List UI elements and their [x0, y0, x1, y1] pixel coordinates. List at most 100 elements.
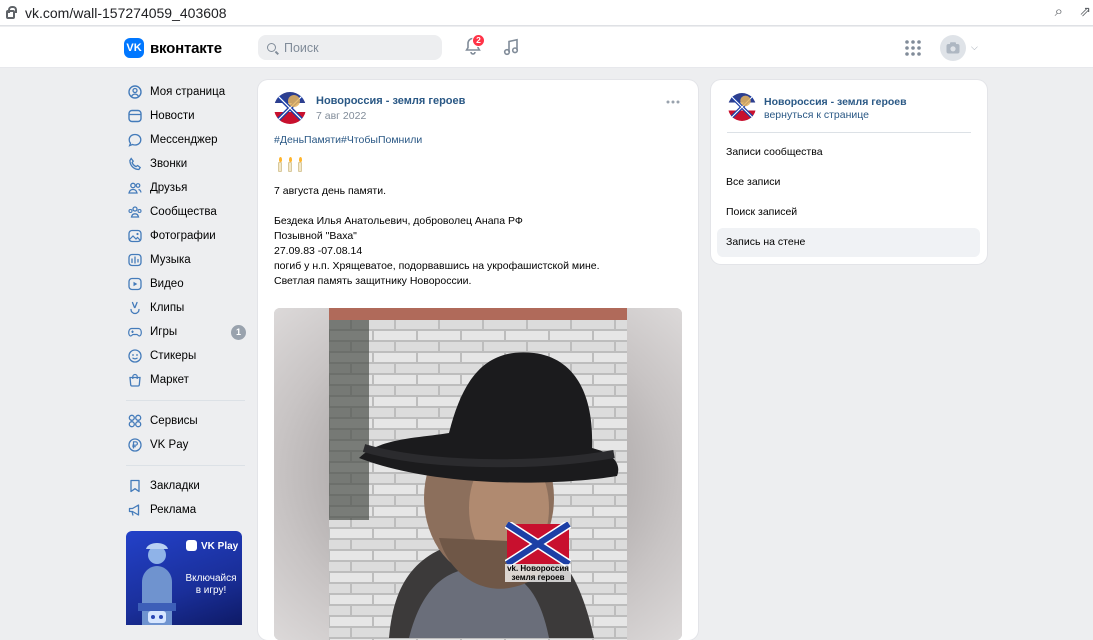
sidebar-item-news[interactable]: Новости	[124, 104, 248, 128]
group-name-link[interactable]: Новороссия - земля героев	[764, 96, 907, 108]
candle-icon	[298, 157, 302, 172]
sidebar-item-photos[interactable]: Фотографии	[124, 224, 248, 248]
sidebar-item-label: Музыка	[150, 254, 191, 266]
wall-post-link[interactable]: Запись на стене	[717, 228, 980, 257]
search-posts-link[interactable]: Поиск записей	[717, 198, 980, 227]
sidebar-item-vkpay[interactable]: VK Pay	[124, 433, 248, 457]
share-icon[interactable]: ⇗	[1079, 3, 1091, 20]
more-options-icon[interactable]	[666, 100, 680, 104]
notifications-badge: 2	[472, 34, 485, 47]
vkplay-brand-text: VK Play	[201, 541, 239, 552]
post-photo[interactable]: vk. Новороссия земля героев	[274, 308, 682, 640]
user-avatar[interactable]	[940, 35, 966, 61]
games-icon	[127, 324, 143, 340]
wall-post: Новороссия - земля героев 7 авг 2022 #Де…	[258, 80, 698, 640]
sidebar-item-games[interactable]: Игры 1	[124, 320, 248, 344]
sidebar-item-messenger[interactable]: Мессенджер	[124, 128, 248, 152]
vkplay-brand: VK Play	[186, 540, 238, 552]
post-spacer	[274, 199, 674, 214]
apps-grid-icon[interactable]	[905, 40, 921, 56]
sidebar-item-calls[interactable]: Звонки	[124, 152, 248, 176]
post-line: Светлая память защитнику Новороссии.	[274, 275, 472, 287]
music-icon[interactable]	[503, 38, 519, 56]
group-name-link[interactable]: Новороссия - земля героев	[316, 95, 465, 107]
lock-icon	[6, 6, 17, 19]
novorossiya-flag-icon	[728, 93, 756, 121]
sidebar-item-stickers[interactable]: Стикеры	[124, 344, 248, 368]
post-date[interactable]: 7 авг 2022	[316, 110, 366, 122]
candle-icon	[288, 157, 292, 172]
sidebar-item-label: Закладки	[150, 480, 200, 492]
sidebar-item-music[interactable]: Музыка	[124, 248, 248, 272]
search-icon	[267, 43, 276, 52]
sidebar-item-label: Новости	[150, 110, 195, 122]
services-icon	[127, 413, 143, 429]
video-icon	[127, 276, 143, 292]
clips-icon	[127, 300, 143, 316]
news-icon	[127, 108, 143, 124]
panel-divider	[727, 132, 971, 133]
sidebar-item-ads[interactable]: Реклама	[124, 498, 248, 522]
vk-logo-text: вконтакте	[150, 39, 222, 57]
left-sidebar: Моя страница Новости Мессенджер Звонки Д…	[124, 80, 248, 522]
communities-icon	[127, 204, 143, 220]
search-placeholder: Поиск	[284, 40, 319, 55]
sidebar-item-friends[interactable]: Друзья	[124, 176, 248, 200]
friends-icon	[127, 180, 143, 196]
group-avatar[interactable]	[728, 93, 756, 121]
sidebar-item-clips[interactable]: Клипы	[124, 296, 248, 320]
ads-icon	[127, 502, 143, 518]
vk-logo[interactable]: VK вконтакте	[124, 38, 222, 58]
candles-emoji	[278, 156, 674, 178]
vkplay-logo-icon	[186, 540, 197, 551]
zoom-icon[interactable]: ⌕	[1055, 3, 1063, 20]
sidebar-item-label: Друзья	[150, 182, 188, 194]
watermark-text: vk. Новороссия земля героев	[505, 564, 571, 582]
sidebar-item-bookmarks[interactable]: Закладки	[124, 474, 248, 498]
sidebar-item-label: Сервисы	[150, 415, 198, 427]
sidebar-item-market[interactable]: Маркет	[124, 368, 248, 392]
post-line: Позывной "Ваха"	[274, 230, 357, 242]
url-field[interactable]: vk.com/wall-157274059_403608	[25, 5, 227, 21]
all-posts-link[interactable]: Все записи	[717, 168, 980, 197]
photo-icon	[127, 228, 143, 244]
sidebar-item-label: Моя страница	[150, 86, 226, 98]
browser-address-bar: vk.com/wall-157274059_403608 ⌕ ⇗	[0, 0, 1093, 26]
post-line: 27.09.83 -07.08.14	[274, 245, 363, 257]
search-input[interactable]: Поиск	[258, 35, 442, 60]
community-posts-link[interactable]: Записи сообщества	[717, 138, 980, 167]
back-to-page-link[interactable]: вернуться к странице	[764, 109, 869, 121]
sidebar-item-label: Фотографии	[150, 230, 216, 242]
sidebar-item-services[interactable]: Сервисы	[124, 409, 248, 433]
sticker-icon	[127, 348, 143, 364]
sidebar-item-communities[interactable]: Сообщества	[124, 200, 248, 224]
music-icon	[127, 252, 143, 268]
group-avatar[interactable]	[274, 92, 306, 124]
chevron-down-icon[interactable]: ⌵	[971, 42, 978, 53]
phone-icon	[127, 156, 143, 172]
photo-portrait	[329, 308, 627, 640]
sidebar-item-label: VK Pay	[150, 439, 189, 451]
novorossiya-flag-icon	[274, 92, 306, 124]
chat-icon	[127, 132, 143, 148]
vkplay-promo-banner[interactable]: VK Play Включайся в игру!	[126, 531, 242, 625]
camera-icon	[946, 42, 960, 54]
post-text: #ДеньПамяти#ЧтобыПомнили 7 августа день …	[274, 133, 674, 289]
games-count-badge: 1	[231, 325, 246, 340]
sidebar-item-label: Мессенджер	[150, 134, 218, 146]
sidebar-item-label: Видео	[150, 278, 184, 290]
bookmark-icon	[127, 478, 143, 494]
statue-illustration	[138, 543, 176, 625]
sidebar-item-my-page[interactable]: Моя страница	[124, 80, 248, 104]
post-line: 7 августа день памяти.	[274, 185, 387, 197]
sidebar-item-video[interactable]: Видео	[124, 272, 248, 296]
vk-logo-icon: VK	[124, 38, 144, 58]
user-icon	[127, 84, 143, 100]
sidebar-divider	[126, 400, 245, 401]
portrait-illustration	[329, 308, 627, 640]
sidebar-item-label: Сообщества	[150, 206, 217, 218]
post-line: Бездека Илья Анатольевич, доброволец Ана…	[274, 215, 523, 227]
sidebar-item-label: Игры	[150, 326, 178, 338]
sidebar-item-label: Стикеры	[150, 350, 197, 362]
post-hashtags[interactable]: #ДеньПамяти#ЧтобыПомнили	[274, 133, 674, 148]
